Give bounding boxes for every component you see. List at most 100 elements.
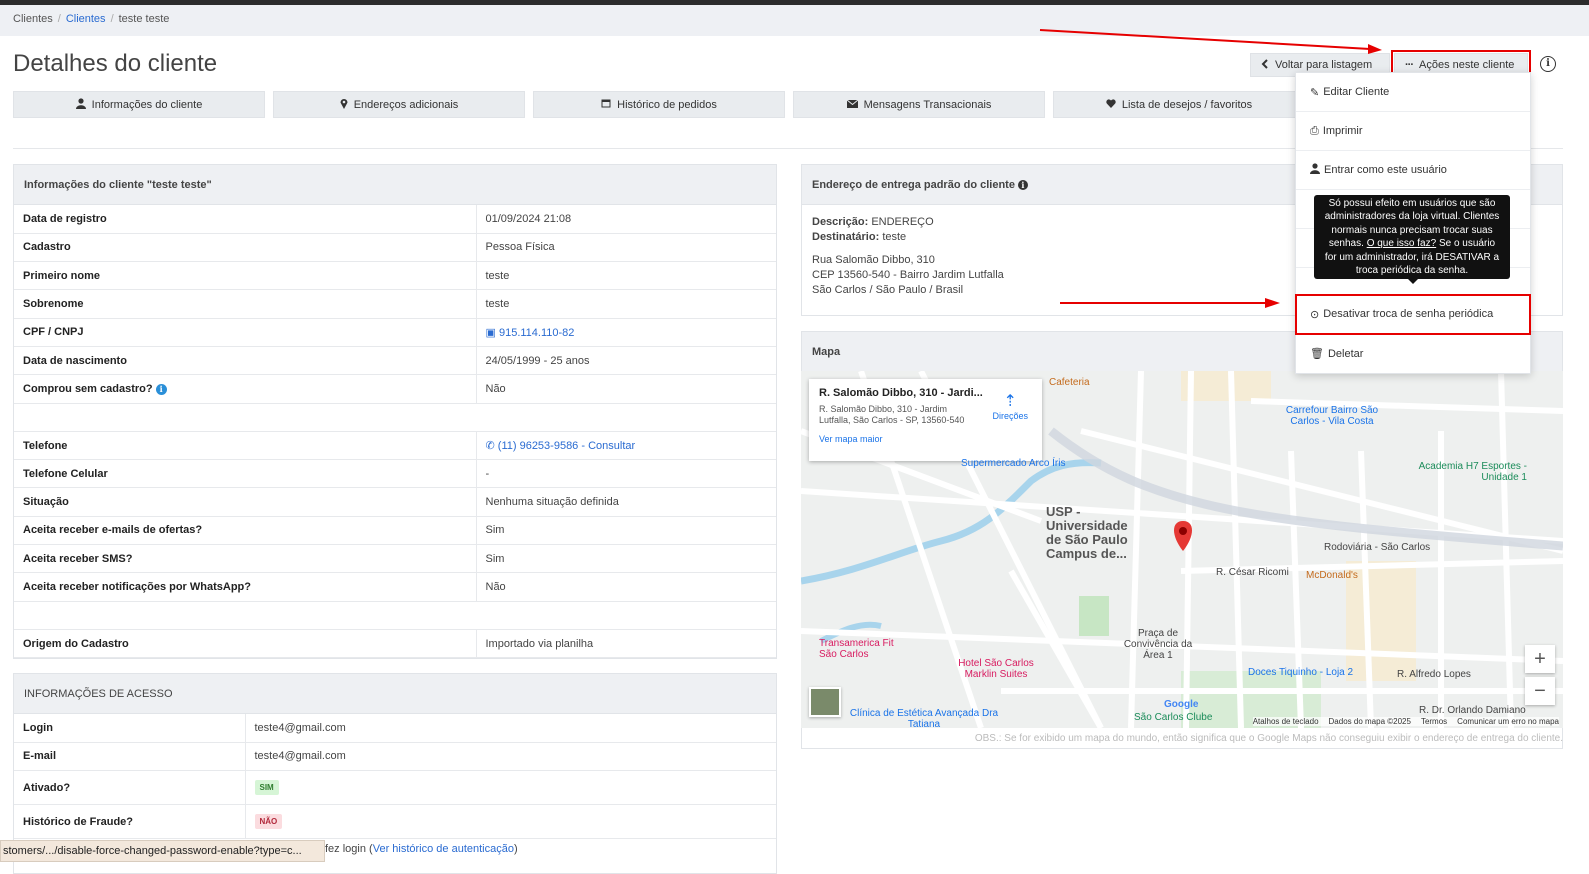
print-item[interactable]: ⎙ Imprimir [1296,112,1530,151]
login-as-user-item[interactable]: Entrar como este usuário [1296,151,1530,190]
table-row: Primeiro nome teste [14,261,776,291]
map-label: Academia H7 Esportes - Unidade 1 [1418,461,1527,483]
table-row: Histórico de Fraude? NÃO [14,804,776,840]
login-as-user-label: Entrar como este usuário [1324,164,1447,176]
row-label: Origem do Cadastro [14,629,477,659]
map-layer-thumbnail[interactable] [809,687,841,717]
table-row: CPF / CNPJ ▣ 915.114.110-82 [14,318,776,347]
disable-password-rotation-label: Desativar troca de senha periódica [1323,308,1494,320]
row-label: CPF / CNPJ [14,318,477,347]
map-label: São Carlos Clube [1134,712,1213,723]
row-label: Telefone Celular [14,459,477,489]
tab-addresses-label: Endereços adicionais [353,98,459,111]
phone-link[interactable]: (11) 96253-9586 - Consultar [498,440,635,452]
auth-history-link[interactable]: Ver histórico de autenticação [373,843,514,855]
directions-label: Direções [992,411,1028,421]
table-row: Data de nascimento 24/05/1999 - 25 anos [14,346,776,376]
report-error-link[interactable]: Comunicar um erro no mapa [1457,717,1559,726]
access-info-title: INFORMAÇÕES DE ACESSO [14,674,776,714]
directions-button[interactable]: ⇡ Direções [992,391,1028,421]
row-value: teste [476,289,776,319]
table-spacer [14,403,776,432]
tab-orders[interactable]: Histórico de pedidos [533,91,785,118]
whatsapp-icon: ✆ [485,440,495,453]
tooltip-link[interactable]: O que isso faz? [1367,238,1436,249]
map-label: R. Alfredo Lopes [1397,669,1471,680]
view-larger-map-link[interactable]: Ver mapa maior [819,434,1032,444]
printer-icon: ⎙ [1310,124,1319,137]
map-label: Transamerica Fit São Carlos [819,638,894,660]
delete-client-item[interactable]: 🗑 Deletar [1296,334,1530,373]
row-label: Login [14,714,246,743]
map-label: Carrefour Bairro São Carlos - Vila Costa [1285,405,1379,427]
row-value: Sim [476,544,776,574]
pencil-icon: ✎ [1310,86,1320,99]
tab-client-info[interactable]: Informações do cliente [13,91,265,118]
map-label: Rodoviária - São Carlos [1324,542,1431,553]
fraud-badge: NÃO [254,814,283,830]
page-title: Detalhes do cliente [13,50,218,77]
table-row: Comprou sem cadastro? i Não [14,374,776,404]
google-map[interactable]: R. Salomão Dibbo, 310 - Jardi... R. Salo… [801,371,1563,728]
directions-icon: ⇡ [1003,393,1017,410]
chevron-left-icon [1261,58,1269,72]
row-value: Não [476,374,776,404]
desc-label: Descrição: [812,216,869,228]
calendar-icon [601,98,611,111]
row-value: Importado via planilha [476,629,776,659]
client-info-table: Data de registro 01/09/2024 21:08 Cadastr… [14,205,776,659]
row-value: teste [476,261,776,291]
table-row: Cadastro Pessoa Física [14,233,776,263]
breadcrumb-item-clientes[interactable]: Clientes [66,13,106,25]
zoom-out-button[interactable]: − [1525,677,1555,705]
row-label: Data de registro [14,205,477,234]
envelope-icon [846,99,858,111]
table-row: Telefone Celular - [14,459,776,489]
zoom-in-button[interactable]: + [1525,645,1555,673]
access-info-table: Login teste4@gmail.com E-mail teste4@gmail… [14,714,776,840]
row-label: Histórico de Fraude? [14,804,246,840]
breadcrumb-item-root[interactable]: Clientes [13,13,53,25]
table-row: Origem do Cadastro Importado via planilha [14,629,776,659]
password-rotation-tooltip: Só possui efeito em usuários que são adm… [1314,195,1510,285]
map-label: Hotel São Carlos Marklin Suites [958,658,1034,680]
heart-icon [1106,98,1116,111]
delete-client-label: Deletar [1327,347,1364,360]
row-label: Telefone [14,431,477,461]
tab-wishlist[interactable]: Lista de desejos / favoritos [1053,91,1305,118]
map-label: Clínica de Estética Avançada Dra Tatiana [849,708,999,728]
row-label: Comprou sem cadastro? [23,382,153,395]
info-circle-icon[interactable]: i [155,383,167,395]
map-data-credit: Dados do mapa ©2025 [1328,717,1411,726]
map-label: Doces Tiquinho - Loja 2 [1248,667,1354,678]
tab-addresses[interactable]: Endereços adicionais [273,91,525,118]
keyboard-shortcuts-link[interactable]: Atalhos de teclado [1253,717,1319,726]
back-to-list-label: Voltar para listagem [1275,59,1373,71]
row-value: Nenhuma situação definida [476,487,776,517]
row-label: Aceita receber SMS? [14,544,477,574]
info-icon[interactable]: i [1540,56,1556,72]
disable-password-rotation-item[interactable]: ⊙ Desativar troca de senha periódica [1295,294,1531,335]
row-label: Aceita receber e-mails de ofertas? [14,516,477,546]
row-value: Sim [476,516,776,546]
cpf-link[interactable]: 915.114.110-82 [499,327,574,339]
terms-link[interactable]: Termos [1421,717,1447,726]
row-label: Situação [14,487,477,517]
map-obs-note: OBS.: Se for exibido um mapa do mundo, e… [974,733,1563,744]
client-info-panel: Informações do cliente "teste teste" Dat… [13,164,777,660]
tab-messages[interactable]: Mensagens Transacionais [793,91,1045,118]
table-row: Aceita receber notificações por WhatsApp… [14,572,776,602]
ellipsis-icon: ··· [1405,59,1414,71]
table-row: E-mail teste4@gmail.com [14,742,776,772]
tab-client-info-label: Informações do cliente [91,98,203,111]
table-row: Ativado? SIM [14,770,776,806]
edit-client-item[interactable]: ✎ Editar Cliente [1296,73,1530,112]
tab-messages-label: Mensagens Transacionais [863,98,992,111]
info-circle-icon[interactable]: i [1017,179,1028,190]
map-card-subtitle: R. Salomão Dibbo, 310 - Jardim Lutfalla,… [819,404,965,425]
table-row: Login teste4@gmail.com [14,714,776,743]
map-label: Cafeteria [1049,377,1090,388]
table-spacer [14,601,776,630]
table-row: Aceita receber e-mails de ofertas? Sim [14,516,776,546]
activated-badge: SIM [254,780,279,796]
